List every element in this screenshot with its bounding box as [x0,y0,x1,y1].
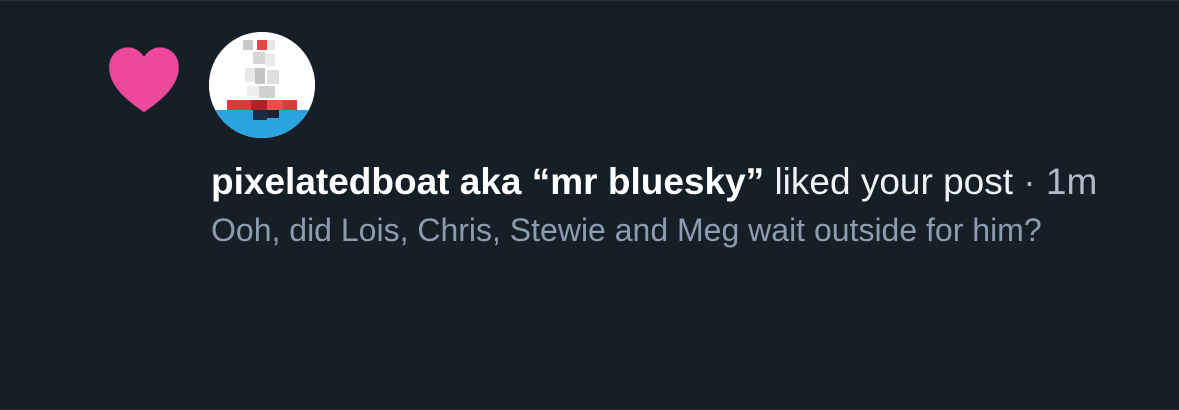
avatar[interactable] [209,32,315,138]
notification-content: pixelatedboat aka “mr bluesky” liked you… [211,159,1151,251]
action-text: liked your post [764,161,1014,202]
avatar-image [209,32,315,138]
author-name[interactable]: pixelatedboat aka “mr bluesky” [211,161,764,202]
post-excerpt[interactable]: Ooh, did Lois, Chris, Stewie and Meg wai… [211,209,1141,251]
like-notification[interactable]: pixelatedboat aka “mr bluesky” liked you… [0,0,1179,410]
time-separator: · [1013,161,1046,202]
notification-headline: pixelatedboat aka “mr bluesky” liked you… [211,159,1151,205]
timestamp: 1m [1045,161,1098,202]
heart-icon [109,47,179,113]
